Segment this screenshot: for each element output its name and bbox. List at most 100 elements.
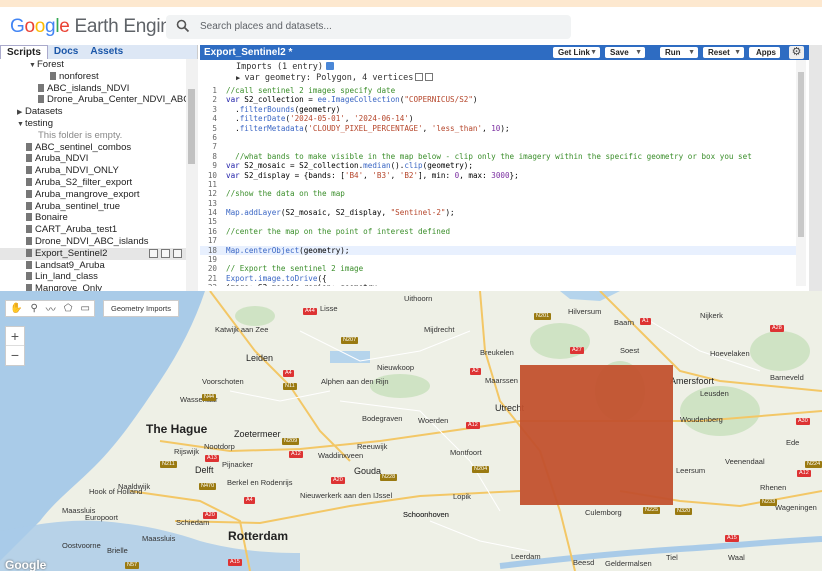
code-line[interactable]: 6 [200,133,796,142]
code-line[interactable]: 1 //call sentinel 2 images specify date [200,86,796,95]
scrollbar-thumb[interactable] [188,89,195,164]
code-line[interactable]: 21 Export.image.toDrive({ [200,274,796,283]
map-place-label: Veenendaal [725,457,765,466]
editor-scrollbar[interactable] [796,60,806,286]
code-line[interactable]: 5 .filterMetadata('CLOUDY_PIXEL_PERCENTA… [200,124,796,133]
code-line[interactable]: 11 [200,180,796,189]
code-line[interactable]: 20 // Export the sentinel 2 image [200,264,796,273]
road-shield: A20 [331,477,345,484]
zoom-in-button[interactable]: + [6,327,24,346]
zoom-out-button[interactable]: − [6,346,24,365]
get-link-button[interactable]: Get Link ▼ [553,47,600,58]
code-line[interactable]: 22image: S2_mosaic.region: geometry, [200,283,796,286]
code-line[interactable]: 7 [200,142,796,151]
tree-script-item[interactable]: Drone_Aruba_Center_NDVI_ABC_... [0,94,186,106]
app-header: Google Earth Engine Search places and da… [0,7,822,45]
geometry-imports-button[interactable]: Geometry Imports [103,300,180,317]
code-line[interactable]: 16 //center the map on the point of inter… [200,227,796,236]
tree-script-item[interactable]: nonforest [0,71,186,83]
scripts-panel: Scripts Docs Assets ▼Forest nonforest ABC_is… [0,45,198,291]
map-place-label: The Hague [146,422,208,436]
polygon-draw-icon[interactable]: ⬠ [64,303,73,314]
river-waal [499,536,822,569]
earth-engine-logo[interactable]: Google Earth Engine [10,16,181,38]
map-place-label: Uithoorn [404,294,433,303]
code-line[interactable]: 12 //show the data on the map [200,189,796,198]
tree-script-item[interactable]: Aruba_sentinel_true [0,201,186,213]
chevron-down-icon[interactable]: ▼ [635,47,642,58]
code-area[interactable]: 1//call sentinel 2 images specify date 2 v… [200,86,796,286]
code-text: .filterBounds(geometry) [226,104,341,114]
tree-script-item[interactable]: CART_Aruba_test1 [0,224,186,236]
search-input[interactable]: Search places and datasets... [166,15,571,39]
road-shield: A12 [466,422,480,429]
history-icon[interactable] [149,248,158,258]
tree-script-item[interactable]: ABC_islands_NDVI [0,83,186,95]
chevron-down-icon[interactable]: ▼ [590,47,597,58]
edit-import-icon[interactable] [415,73,424,81]
apps-button[interactable]: Apps [749,47,780,58]
line-number: 5 [212,123,217,133]
chevron-down-icon[interactable]: ▼ [734,47,741,58]
script-title: Export_Sentinel2 * [204,47,293,58]
code-line[interactable]: 14 Map.addLayer(S2_mosaic, S2_display, "S… [200,208,796,217]
tree-script-item[interactable]: Aruba_NDVI_ONLY [0,165,186,177]
sentinel2-layer-overlay[interactable] [520,365,673,505]
tab-scripts[interactable]: Scripts [0,45,48,59]
gear-icon[interactable]: ⚙ [789,46,804,59]
run-button[interactable]: Run ▼ [660,47,698,58]
file-icon [26,142,32,151]
imports-section: Imports (1 entry) ▶ var geometry: Polygo… [200,60,796,86]
code-line[interactable]: 8 //what bands to make visible in the ma… [200,152,796,161]
point-marker-icon[interactable]: ⚲ [30,303,37,314]
tree-script-item[interactable]: Drone_NDVI_ABC_islands [0,236,186,248]
tree-script-item[interactable]: Export_Sentinel2 [0,247,186,260]
road-shield: N228 [380,474,398,481]
delete-import-icon[interactable] [425,73,434,81]
line-draw-icon[interactable]: 〰 [46,301,56,316]
tree-item-label: Bonaire [35,212,68,224]
code-editor-panel: Export_Sentinel2 * Get Link ▼ Save ▼ Run ▼ … [200,45,809,291]
tree-item-label: This folder is empty. [38,129,123,141]
save-button[interactable]: Save ▼ [605,47,645,58]
script-tree-scrollbar[interactable] [186,59,198,291]
tree-script-item[interactable]: Mangrove_Only [0,283,186,291]
road-shield: A28 [770,325,784,332]
tree-script-item[interactable]: Aruba_NDVI [0,153,186,165]
rectangle-draw-icon[interactable]: ▭ [80,303,89,314]
chevron-down-icon[interactable]: ▼ [688,47,695,58]
tree-folder[interactable]: ▼Forest [0,59,186,71]
scrollbar-thumb[interactable] [798,72,804,237]
tree-script-item[interactable]: ABC_sentinel_combos [0,142,186,154]
tree-script-item[interactable]: Aruba_S2_filter_export [0,177,186,189]
tab-assets[interactable]: Assets [84,45,129,59]
tree-script-item[interactable]: Aruba_mangrove_export [0,189,186,201]
tree-script-item[interactable]: Lin_land_class [0,271,186,283]
delete-icon[interactable] [173,248,182,258]
reset-button[interactable]: Reset ▼ [703,47,744,58]
code-line[interactable]: 10 var S2_display = {bands: ['B4', 'B3', … [200,171,796,180]
tree-folder[interactable]: ▼testing [0,118,186,130]
import-entry[interactable]: ▶ var geometry: Polygon, 4 vertices [236,73,434,83]
show-code-icon[interactable] [326,62,334,70]
code-line[interactable]: 15 [200,217,796,226]
code-line[interactable]: 4 .filterDate('2024-05-01', '2024-06-14'… [200,114,796,123]
code-line[interactable]: 17 [200,236,796,245]
code-line[interactable]: 2 var S2_collection = ee.ImageCollection(… [200,95,796,104]
map-view[interactable]: The Hague Rotterdam Zoetermeer Leiden Amersf… [0,291,822,571]
code-text: Export.image.toDrive({ [226,273,327,283]
code-line[interactable]: 19 [200,255,796,264]
tab-docs[interactable]: Docs [48,45,84,59]
code-line[interactable]: 3 .filterBounds(geometry) [200,105,796,114]
code-line[interactable]: 9 var S2_mosaic = S2_collection.median().… [200,161,796,170]
tree-script-item[interactable]: Bonaire [0,212,186,224]
code-line[interactable]: 13 [200,199,796,208]
hand-icon[interactable]: ✋ [10,303,22,314]
code-text: var S2_collection = ee.ImageCollection("… [226,95,478,105]
edit-icon[interactable] [161,248,170,258]
tree-item-label: Aruba_NDVI [35,153,89,165]
code-line[interactable]: 18 Map.centerObject(geometry); [200,245,796,256]
tree-folder[interactable]: ▶ Datasets [0,106,186,118]
tree-script-item[interactable]: Landsat9_Aruba [0,260,186,272]
imports-header[interactable]: Imports (1 entry) [236,62,334,72]
